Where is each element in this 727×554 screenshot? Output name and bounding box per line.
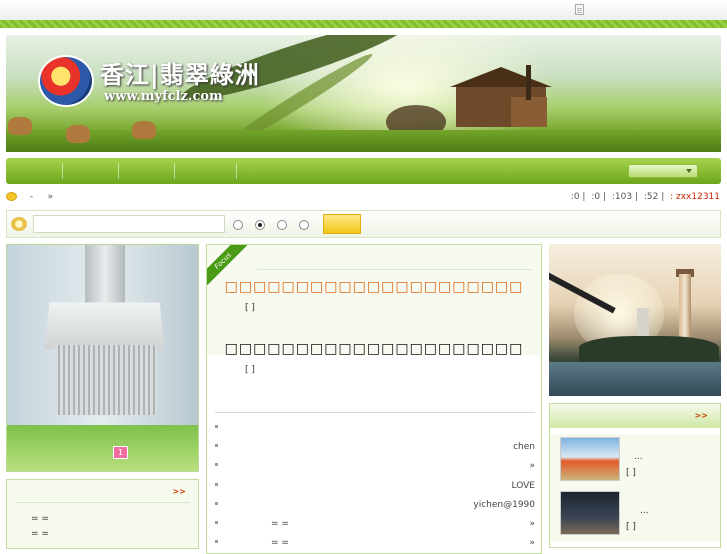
stat-value: :0 [591,192,601,202]
search-scope-radio[interactable] [233,220,243,230]
list-item-author: LOVE [511,481,535,491]
list-item[interactable]: = = » [215,519,535,531]
thumbnail-image[interactable] [560,491,620,535]
more-link[interactable]: >> [695,411,708,420]
item-bracket[interactable]: [ ] [626,522,636,532]
list-item-author: » [529,538,535,548]
bullet-icon [215,521,218,524]
headline-bracket[interactable]: [ ] [245,365,255,375]
list-item-author: » [529,461,535,471]
range-hood-grill [55,345,157,415]
nav-separator [118,163,119,179]
site-logo-text[interactable]: 香江|翡翠綠洲 [100,55,260,90]
slide-caption-area [7,425,198,471]
document-icon[interactable] [575,4,584,15]
site-url[interactable]: www.myfclz.com [104,89,223,104]
search-scope-radio[interactable] [277,220,287,230]
focus-panel: Focus □□□□□□□□□□□□□□□□□□□□□ [ ] □□□□□□□□… [206,244,542,554]
main-nav [6,158,721,184]
nav-separator [174,163,175,179]
chimney-image [526,65,531,100]
headline-link[interactable]: □□□□□□□□□□□□□□□□□□□□□ [207,279,541,295]
breadcrumb: - » [30,192,53,202]
list-item[interactable] [215,423,535,435]
list-item-author: » [529,519,535,529]
decorative-stripe [0,20,727,28]
bullet-icon [215,483,218,486]
item-bracket[interactable]: [ ] [626,468,636,478]
stat-value: :103 [611,192,633,202]
divider [15,502,190,503]
pot-decoration [8,117,32,135]
nav-separator [62,163,63,179]
pot-decoration [132,121,156,139]
focus-area [207,245,541,355]
item-title[interactable]: ... [634,452,643,462]
bullet-icon [215,425,218,428]
list-item[interactable]: = = [31,514,49,524]
headline-bracket[interactable]: [ ] [245,303,255,313]
search-button[interactable] [323,214,361,234]
search-bar [6,210,721,238]
grass-field [6,130,721,152]
bullet-icon [215,444,218,447]
list-item[interactable]: chen [215,442,535,454]
list-item-author: chen [513,442,535,452]
list-item[interactable]: = = » [215,538,535,550]
slideshow[interactable]: 1 [6,244,199,472]
newest-member-link[interactable]: : zxx12311 [670,192,720,202]
cottage-image [511,97,547,127]
list-item[interactable]: LOVE [215,481,535,493]
nav-dropdown[interactable] [628,164,698,178]
breadcrumb-separator: - [30,192,34,202]
pot-decoration [66,125,90,143]
bullet-icon [215,502,218,505]
bullet-icon [215,463,218,466]
forum-stats: :0 | :0 | :103 | :52 | : zxx12311 [570,192,720,202]
top-bar [0,0,727,20]
nav-separator [236,163,237,179]
right-panel: >> ... [ ] ... [ ] [549,403,721,548]
slide-page-indicator[interactable]: 1 [113,446,128,459]
thumbnail-image[interactable] [560,437,620,481]
headline-link[interactable]: □□□□□□□□□□□□□□□□□□□□□ [207,341,541,357]
stat-value: :52 [643,192,659,202]
search-scope-radio-selected[interactable] [255,220,265,230]
speech-bubble-icon [6,192,17,201]
list-item[interactable]: » [215,461,535,473]
search-input[interactable] [33,215,225,233]
search-key-icon [11,217,27,231]
breadcrumb-arrow[interactable]: » [48,192,54,202]
info-bar: - » :0 | :0 | :103 | :52 | : zxx12311 [6,190,721,206]
range-hood-body [44,302,165,350]
more-link[interactable]: >> [173,487,186,496]
list-item-author: yichen@1990 [473,500,535,510]
divider [257,269,533,270]
range-hood-chimney [85,245,125,305]
search-scope-radio[interactable] [299,220,309,230]
lake-image [549,362,721,396]
featured-photo[interactable] [549,244,721,396]
divider [215,412,535,413]
stat-value: :0 [570,192,580,202]
list-item[interactable]: = = [31,529,49,539]
list-item-title: = = [271,538,289,548]
item-title[interactable]: ... [640,506,649,516]
site-banner: 香江|翡翠綠洲 www.myfclz.com [6,35,721,152]
list-item[interactable]: yichen@1990 [215,500,535,512]
left-panel: >> = = = = [6,479,199,549]
list-item-title: = = [271,519,289,529]
chevron-down-icon [686,169,692,173]
site-logo-icon[interactable] [38,55,94,107]
bullet-icon [215,540,218,543]
